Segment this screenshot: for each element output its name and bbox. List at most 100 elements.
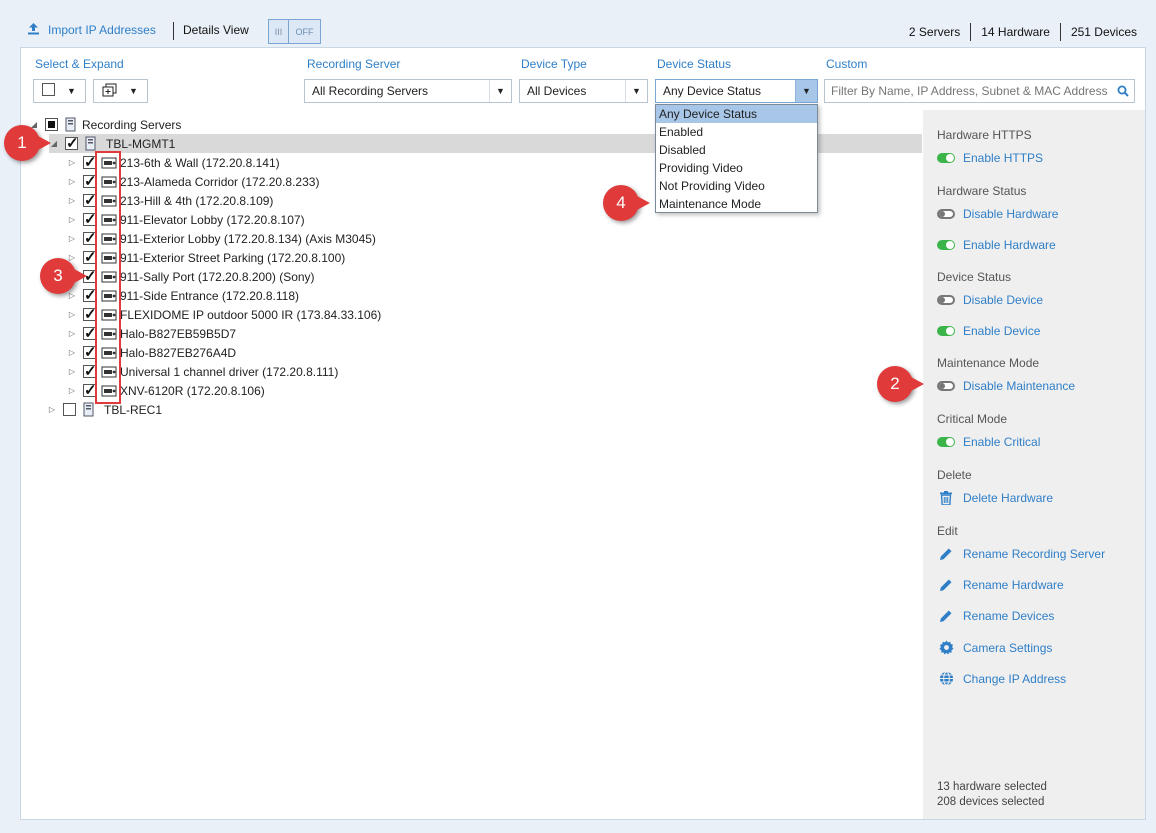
expand-icon[interactable]: ▷	[67, 310, 77, 319]
toggle-off-icon	[937, 381, 955, 391]
rename-devices-action[interactable]: Rename Devices	[937, 609, 1054, 623]
custom-filter	[824, 79, 1135, 103]
enable-https-action[interactable]: Enable HTTPS	[937, 151, 1043, 165]
recording-servers-icon	[62, 117, 80, 132]
hardware-count: 14 Hardware	[981, 25, 1050, 39]
device-status-select[interactable]: Any Device Status ▼	[655, 79, 818, 103]
recording-server-value: All Recording Servers	[312, 84, 429, 98]
hardware-name: FLEXIDOME IP outdoor 5000 IR (173.84.33.…	[120, 307, 382, 322]
toggle-handle: III	[269, 20, 289, 43]
search-input[interactable]	[825, 84, 1112, 98]
hardware-name: 213-6th & Wall (172.20.8.141)	[120, 155, 280, 170]
divider	[173, 22, 174, 40]
tree-hardware-row[interactable]: ▷ Halo-B827EB276A4D	[67, 343, 236, 362]
expand-icon[interactable]: ▷	[67, 196, 77, 205]
enable-hardware-label: Enable Hardware	[963, 238, 1056, 252]
checkbox[interactable]	[65, 134, 79, 152]
section-critical-mode: Critical Mode	[937, 412, 1008, 426]
expand-icon[interactable]: ▷	[67, 177, 77, 186]
toggle-on-icon	[937, 437, 955, 447]
enable-device-label: Enable Device	[963, 324, 1041, 338]
select-dropdown[interactable]: ▼	[33, 79, 86, 103]
enable-device-action[interactable]: Enable Device	[937, 324, 1040, 338]
device-status-option[interactable]: Disabled	[656, 141, 817, 159]
rename-devices-label: Rename Devices	[963, 609, 1055, 623]
callout-4: 4	[603, 185, 650, 221]
checkbox-icon	[34, 83, 67, 99]
import-ip-label: Import IP Addresses	[48, 23, 156, 37]
enable-hardware-action[interactable]: Enable Hardware	[937, 238, 1056, 252]
device-status-option[interactable]: Providing Video	[656, 159, 817, 177]
hardware-name: 911-Side Entrance (172.20.8.118)	[120, 288, 300, 303]
toggle-on-icon	[937, 153, 955, 163]
device-type-select[interactable]: All Devices ▼	[519, 79, 648, 103]
management-server-icon	[82, 136, 100, 151]
expand-dropdown[interactable]: ▼	[93, 79, 148, 103]
camera-settings-action[interactable]: Camera Settings	[937, 640, 1052, 655]
hardware-name: 213-Hill & 4th (172.20.8.109)	[120, 193, 274, 208]
recording-server-label: Recording Server	[307, 57, 401, 71]
main-panel: Select & Expand Recording Server Device …	[20, 47, 1146, 820]
tree-root[interactable]: ◢ Recording Servers	[29, 115, 181, 134]
section-hardware-https: Hardware HTTPS	[937, 128, 1032, 142]
gear-icon	[937, 640, 955, 655]
expand-icon[interactable]: ▷	[67, 215, 77, 224]
delete-hardware-action[interactable]: Delete Hardware	[937, 491, 1053, 505]
import-ip-button[interactable]: Import IP Addresses	[27, 22, 156, 38]
disable-device-action[interactable]: Disable Device	[937, 293, 1043, 307]
callout-2: 2	[877, 366, 924, 402]
servers-count: 2 Servers	[908, 25, 961, 39]
pencil-icon	[937, 578, 955, 592]
chevron-down-icon: ▼	[795, 80, 817, 102]
hardware-name: Halo-B827EB276A4D	[120, 345, 237, 360]
rename-server-label: Rename Recording Server	[963, 547, 1106, 561]
device-status-option[interactable]: Enabled	[656, 123, 817, 141]
expand-icon[interactable]: ▷	[67, 367, 77, 376]
details-view-toggle[interactable]: III OFF	[268, 19, 321, 44]
hardware-name: 213-Alameda Corridor (172.20.8.233)	[120, 174, 320, 189]
expand-icon[interactable]: ▷	[67, 329, 77, 338]
device-status-option[interactable]: Not Providing Video	[656, 177, 817, 195]
expand-all-icon	[94, 83, 129, 100]
rename-server-action[interactable]: Rename Recording Server	[937, 547, 1105, 561]
hardware-name: Universal 1 channel driver (172.20.8.111…	[120, 364, 339, 379]
enable-https-label: Enable HTTPS	[963, 151, 1044, 165]
expand-icon[interactable]: ▷	[67, 234, 77, 243]
trash-icon	[937, 491, 955, 505]
section-edit: Edit	[937, 524, 958, 538]
section-hardware-status: Hardware Status	[937, 184, 1027, 198]
tree-root-label: Recording Servers	[82, 117, 182, 132]
toggle-state: OFF	[295, 26, 314, 37]
device-type-value: All Devices	[527, 84, 587, 98]
callout-3: 3	[40, 258, 87, 294]
checkbox[interactable]	[63, 403, 76, 416]
expand-icon[interactable]: ▷	[47, 405, 57, 414]
device-status-option[interactable]: Any Device Status	[656, 105, 817, 123]
rename-hardware-action[interactable]: Rename Hardware	[937, 578, 1064, 592]
top-toolbar: Import IP Addresses Details View III OFF…	[11, 12, 1145, 46]
expand-icon[interactable]: ▷	[67, 348, 77, 357]
enable-critical-action[interactable]: Enable Critical	[937, 435, 1040, 449]
select-expand-label: Select & Expand	[35, 57, 124, 71]
change-ip-action[interactable]: Change IP Address	[937, 671, 1066, 686]
disable-maintenance-action[interactable]: Disable Maintenance	[937, 379, 1075, 393]
devices-count: 251 Devices	[1070, 25, 1137, 39]
checkbox[interactable]	[45, 118, 58, 131]
toggle-off-icon	[937, 209, 955, 219]
expand-icon[interactable]: ▷	[67, 158, 77, 167]
search-icon[interactable]	[1112, 85, 1134, 97]
tree-hardware-row[interactable]: ▷ Halo-B827EB59B5D7	[67, 324, 236, 343]
section-device-status: Device Status	[937, 270, 1012, 284]
divider	[1059, 23, 1061, 41]
recording-server-select[interactable]: All Recording Servers ▼	[304, 79, 512, 103]
hardware-name: 911-Sally Port (172.20.8.200) (Sony)	[120, 269, 315, 284]
hardware-name: 911-Exterior Street Parking (172.20.8.10…	[120, 250, 346, 265]
device-status-option[interactable]: Maintenance Mode	[656, 195, 817, 213]
expand-icon[interactable]: ▷	[67, 386, 77, 395]
expand-icon[interactable]: ▷	[67, 291, 77, 300]
disable-hardware-action[interactable]: Disable Hardware	[937, 207, 1058, 221]
disable-device-label: Disable Device	[963, 293, 1044, 307]
hardware-name: Halo-B827EB59B5D7	[120, 326, 237, 341]
toggle-on-icon	[937, 240, 955, 250]
device-type-label: Device Type	[521, 57, 587, 71]
